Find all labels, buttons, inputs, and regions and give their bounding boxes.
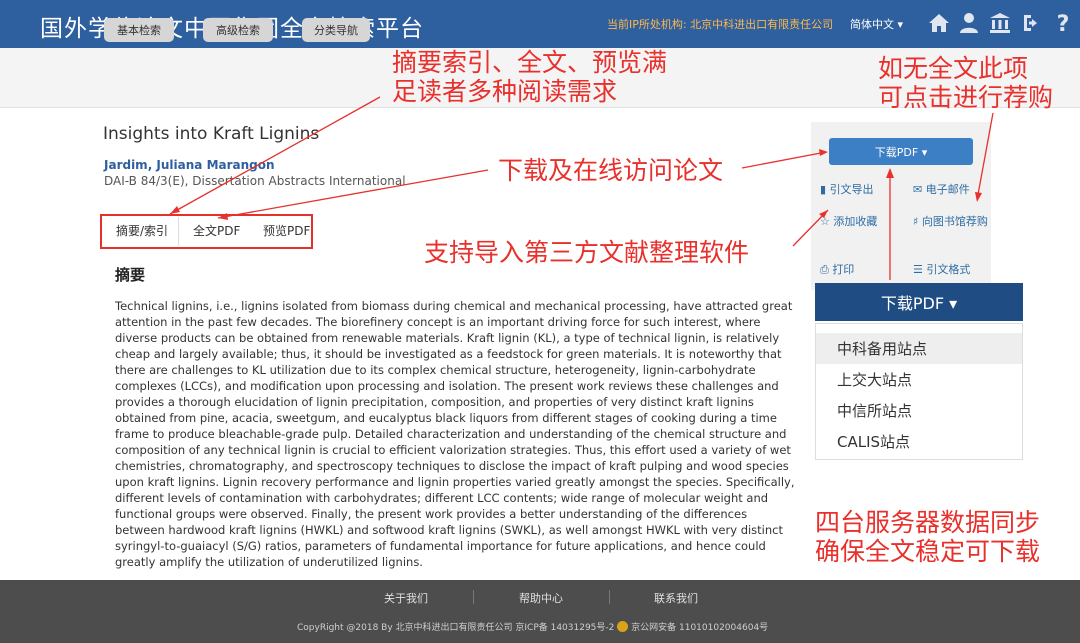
star-icon: ☆ [820, 215, 830, 228]
mirror-site-sjtu[interactable]: 上交大站点 [816, 364, 1022, 395]
citation-format-link[interactable]: ☰ 引文格式 [913, 262, 970, 277]
print-label: 打印 [832, 263, 855, 276]
tab-divider [178, 217, 179, 246]
institution-icon[interactable] [988, 11, 1012, 35]
user-icon[interactable] [957, 11, 981, 35]
cart-icon: ♯ [913, 215, 919, 228]
annotation-four-servers: 四台服务器数据同步 确保全文稳定可下载 [815, 508, 1041, 566]
advanced-search-button[interactable]: 高级检索 [203, 18, 273, 42]
list-icon: ☰ [913, 263, 923, 276]
citation-format-label: 引文格式 [926, 263, 971, 276]
footer-divider [609, 590, 610, 604]
download-pdf-dropdown-header[interactable]: 下载PDF ▾ [815, 283, 1023, 321]
annotation-abstract-fulltext: 摘要索引、全文、预览满 足读者多种阅读需求 [392, 48, 668, 106]
export-citation-link[interactable]: ▮ 引文导出 [820, 182, 874, 197]
print-link[interactable]: ⎙ 打印 [820, 262, 854, 277]
recommend-library-label: 向图书馆荐购 [921, 215, 988, 228]
download-pdf-button[interactable]: 下载PDF ▾ [829, 138, 973, 165]
footer-divider [473, 590, 474, 604]
language-select[interactable]: 简体中文 ▾ [850, 16, 903, 32]
copyright-left: CopyRight @2018 By 北京中科进出口有限责任公司 京ICP备 1… [297, 623, 615, 633]
copyright-right: 京公网安备 11010102004604号 [631, 623, 769, 633]
svg-text:?: ? [1057, 12, 1070, 35]
mirror-site-casit[interactable]: 中科备用站点 [816, 333, 1022, 364]
tab-fulltext-pdf[interactable]: 全文PDF [193, 222, 240, 239]
mirror-site-calis[interactable]: CALIS站点 [816, 426, 1022, 457]
category-nav-button[interactable]: 分类导航 [302, 18, 370, 42]
recommend-library-link[interactable]: ♯ 向图书馆荐购 [913, 214, 989, 229]
help-icon[interactable]: ? [1051, 11, 1075, 35]
footer-contact-link[interactable]: 联系我们 [654, 590, 698, 606]
article-title: Insights into Kraft Lignins [103, 124, 320, 144]
email-link[interactable]: ✉ 电子邮件 [913, 182, 970, 197]
abstract-heading: 摘要 [115, 266, 146, 284]
police-badge-icon [617, 621, 629, 632]
export-citation-label: 引文导出 [829, 183, 874, 196]
email-label: 电子邮件 [925, 183, 970, 196]
copyright-text: CopyRight @2018 By 北京中科进出口有限责任公司 京ICP备 1… [297, 620, 768, 633]
abstract-body: Technical lignins, i.e., lignins isolate… [115, 299, 795, 569]
footer-about-link[interactable]: 关于我们 [384, 590, 428, 606]
annotation-recommend: 如无全文此项 可点击进行荐购 [878, 54, 1054, 112]
tab-preview-pdf[interactable]: 预览PDF [263, 222, 310, 239]
file-icon: ▮ [820, 183, 827, 196]
footer-help-link[interactable]: 帮助中心 [519, 590, 563, 606]
mirror-site-istic[interactable]: 中信所站点 [816, 395, 1022, 426]
annotation-download-online: 下载及在线访问论文 [498, 156, 724, 185]
print-icon: ⎙ [820, 263, 829, 276]
add-favorite-label: 添加收藏 [833, 215, 878, 228]
sign-out-icon[interactable] [1020, 11, 1044, 35]
annotation-import-third-party: 支持导入第三方文献整理软件 [424, 238, 750, 267]
basic-search-button[interactable]: 基本检索 [104, 18, 174, 42]
home-icon[interactable] [927, 11, 951, 35]
author-link[interactable]: Jardim, Juliana Marangon [104, 158, 275, 172]
publication-citation: DAI-B 84/3(E), Dissertation Abstracts In… [104, 174, 406, 188]
download-mirror-menu: 中科备用站点 上交大站点 中信所站点 CALIS站点 [815, 323, 1023, 460]
envelope-icon: ✉ [913, 183, 923, 196]
tab-abstract[interactable]: 摘要/索引 [116, 222, 168, 239]
add-favorite-link[interactable]: ☆ 添加收藏 [820, 214, 877, 229]
ip-institution-info: 当前IP所处机构: 北京中科进出口有限责任公司 [607, 18, 834, 31]
